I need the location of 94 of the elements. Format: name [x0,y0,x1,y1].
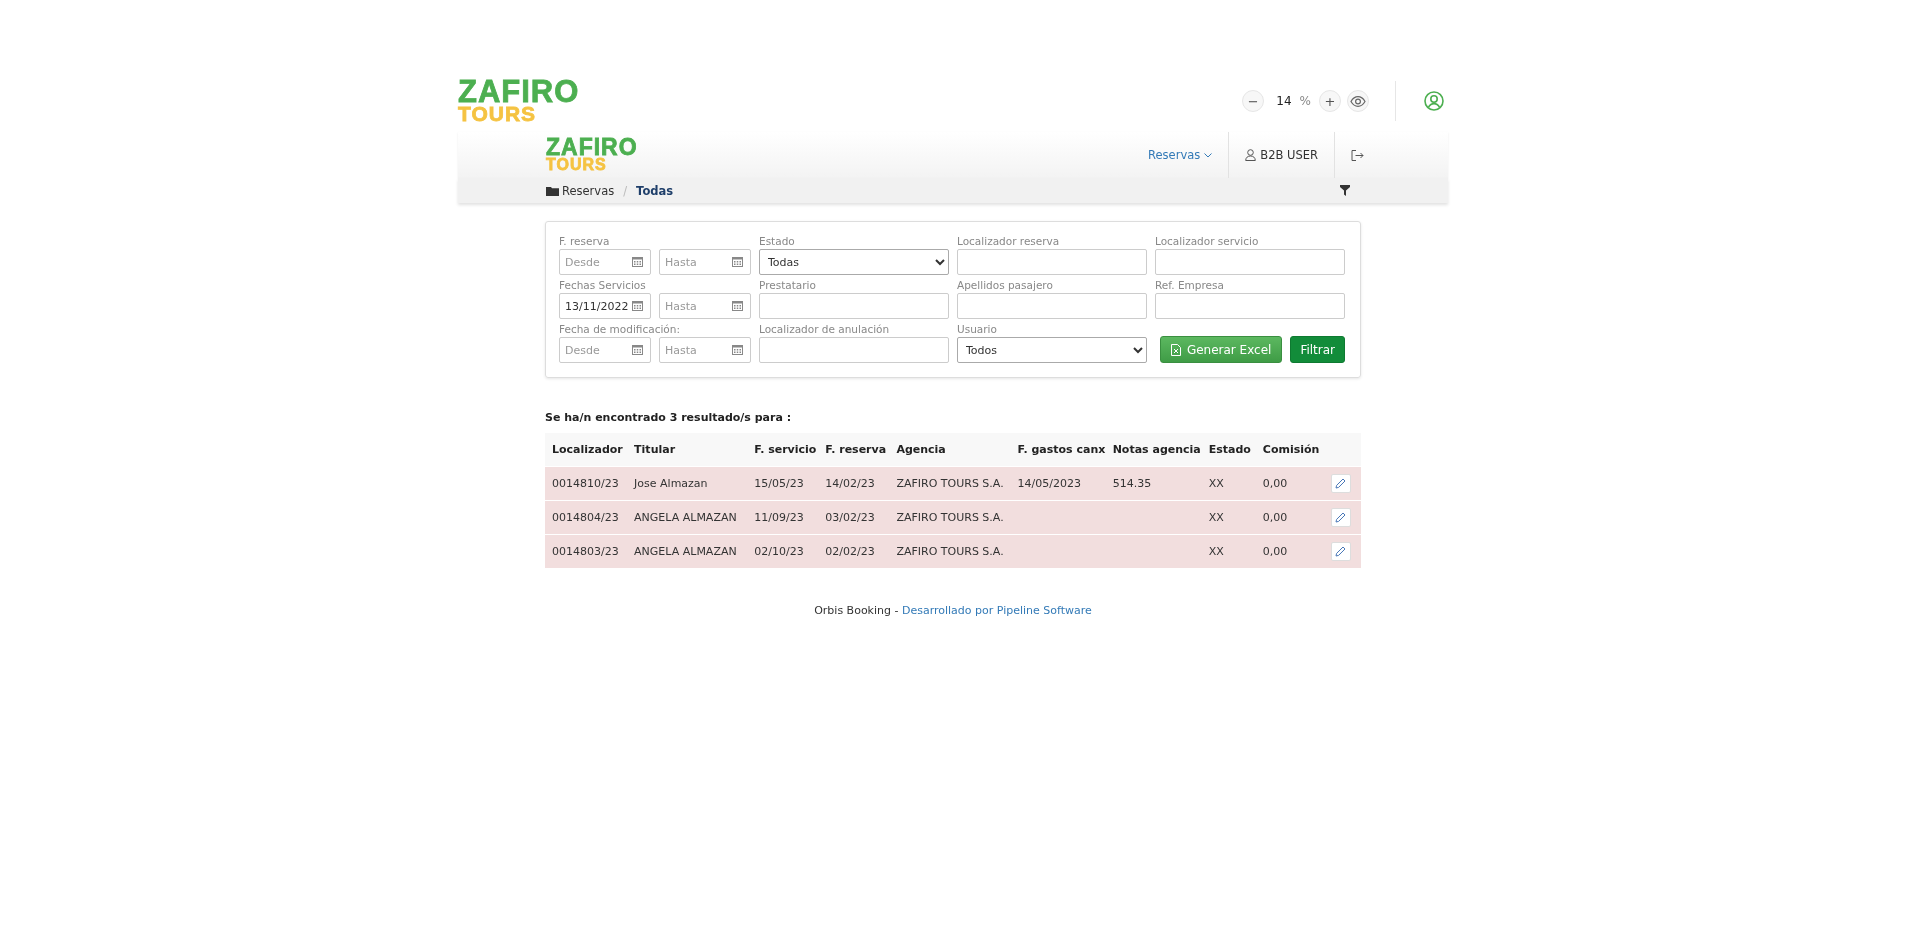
calendar-icon [632,300,643,311]
document-icon [1170,343,1181,356]
calendar-icon [632,344,643,355]
field-label: Ref. Empresa [1155,278,1225,292]
table-cell: ZAFIRO TOURS S.A. [889,534,1011,568]
date-field[interactable]: Hasta [659,249,751,275]
table-cell: 14/02/23 [818,466,890,501]
pencil-icon [1335,546,1347,557]
text-field[interactable] [957,249,1147,275]
column-header: F. gastos canx [1010,433,1106,467]
preview-button[interactable] [1347,90,1369,112]
table-cell: ZAFIRO TOURS S.A. [889,466,1011,501]
calendar-icon [732,344,743,355]
table-cell: 02/10/23 [747,534,819,568]
field-label: Estado [759,234,796,248]
field-label: Fecha de modificación: [559,322,681,336]
table-cell: 514.35 [1105,466,1202,501]
column-header: Localizador [545,433,628,467]
calendar-icon [732,300,743,311]
date-field[interactable]: Desde [559,249,651,275]
select-field[interactable]: Todas [759,249,949,275]
select-field[interactable]: Todos [957,337,1147,363]
column-header: Notas agencia [1105,433,1202,467]
text-field[interactable] [1155,249,1345,275]
footer-text: Orbis Booking - Desarrollado por Pipeline Software [814,604,1092,617]
pencil-icon [1335,512,1347,523]
table-cell: 14/05/2023 [1010,466,1106,501]
table-cell: 0,00 [1255,500,1324,535]
table-cell: 0,00 [1255,466,1324,501]
reservas-menu[interactable]: Reservas [1132,132,1229,178]
table-cell: XX [1201,466,1256,501]
developer-link[interactable]: Desarrollado por Pipeline Software [901,604,1092,617]
zoom-value: 14 [1276,94,1292,108]
calendar-icon [632,256,643,267]
table-cell: 0,00 [1255,534,1324,568]
funnel-icon [1340,185,1350,196]
column-header: Titular [627,433,748,467]
edit-button[interactable] [1330,474,1351,493]
field-label: Localizador reserva [957,234,1061,248]
user-button[interactable] [1424,91,1444,111]
logout-icon [1351,149,1364,161]
zoom-out-button[interactable]: − [1242,90,1265,112]
user-icon [1245,149,1257,161]
text-field[interactable] [759,293,949,319]
table-cell: 0014803/23 [545,534,628,568]
breadcrumb-link[interactable]: Reservas [546,183,615,198]
table-cell: ANGELA ALMAZAN [627,534,748,568]
field-label: F. reserva [559,234,611,248]
column-header: Comisión [1255,433,1324,467]
field-label: Usuario [957,322,998,336]
user-icon [1424,91,1444,111]
zoom-unit: % [1299,94,1311,108]
column-header: Agencia [889,433,1011,467]
pencil-icon [1335,478,1347,489]
date-field[interactable]: Hasta [659,337,751,363]
date-field[interactable]: 13/11/2022 [559,293,651,319]
table-cell: 03/02/23 [818,500,890,535]
table-cell: 11/09/23 [747,500,819,535]
table-cell: 15/05/23 [747,466,819,501]
filter-toggle[interactable] [1340,185,1350,196]
field-label: Prestatario [759,278,817,292]
field-label: Fechas Servicios [559,278,647,292]
table-cell: XX [1201,500,1256,535]
field-label: Localizador servicio [1155,234,1260,248]
table-cell: XX [1201,534,1256,568]
zoom-in-button[interactable]: + [1319,90,1341,112]
table-cell: Jose Almazan [627,466,748,501]
text-field[interactable] [1155,293,1345,319]
edit-button[interactable] [1330,542,1351,561]
column-header: F. servicio [747,433,819,467]
table-cell: 0014804/23 [545,500,628,535]
table-cell: ZAFIRO TOURS S.A. [889,500,1011,535]
breadcrumb-current: Todas [636,183,674,198]
filter-button[interactable]: Filtrar [1290,336,1345,363]
zafiro-tours-logo: ZAFIRO TOURS [458,78,580,124]
date-field[interactable]: Desde [559,337,651,363]
table-cell: 02/02/23 [818,534,890,568]
table-cell: ANGELA ALMAZAN [627,500,748,535]
edit-button[interactable] [1330,508,1351,527]
chevron-down-icon [1204,152,1213,158]
text-field[interactable] [957,293,1147,319]
field-label: Localizador de anulación [759,322,891,336]
field-label: Apellidos pasajero [957,278,1054,292]
eye-icon [1350,95,1366,107]
breadcrumb-separator: / [623,183,628,198]
column-header: F. reserva [818,433,890,467]
folder-icon [546,185,559,196]
results-summary: Se ha/n encontrado 3 resultado/s para : [545,411,793,424]
zafiro-tours-logo: ZAFIRO TOURS [546,138,638,172]
column-header: Estado [1201,433,1256,467]
table-cell: 0014810/23 [545,466,628,501]
date-field[interactable]: Hasta [659,293,751,319]
text-field[interactable] [759,337,949,363]
calendar-icon [732,256,743,267]
